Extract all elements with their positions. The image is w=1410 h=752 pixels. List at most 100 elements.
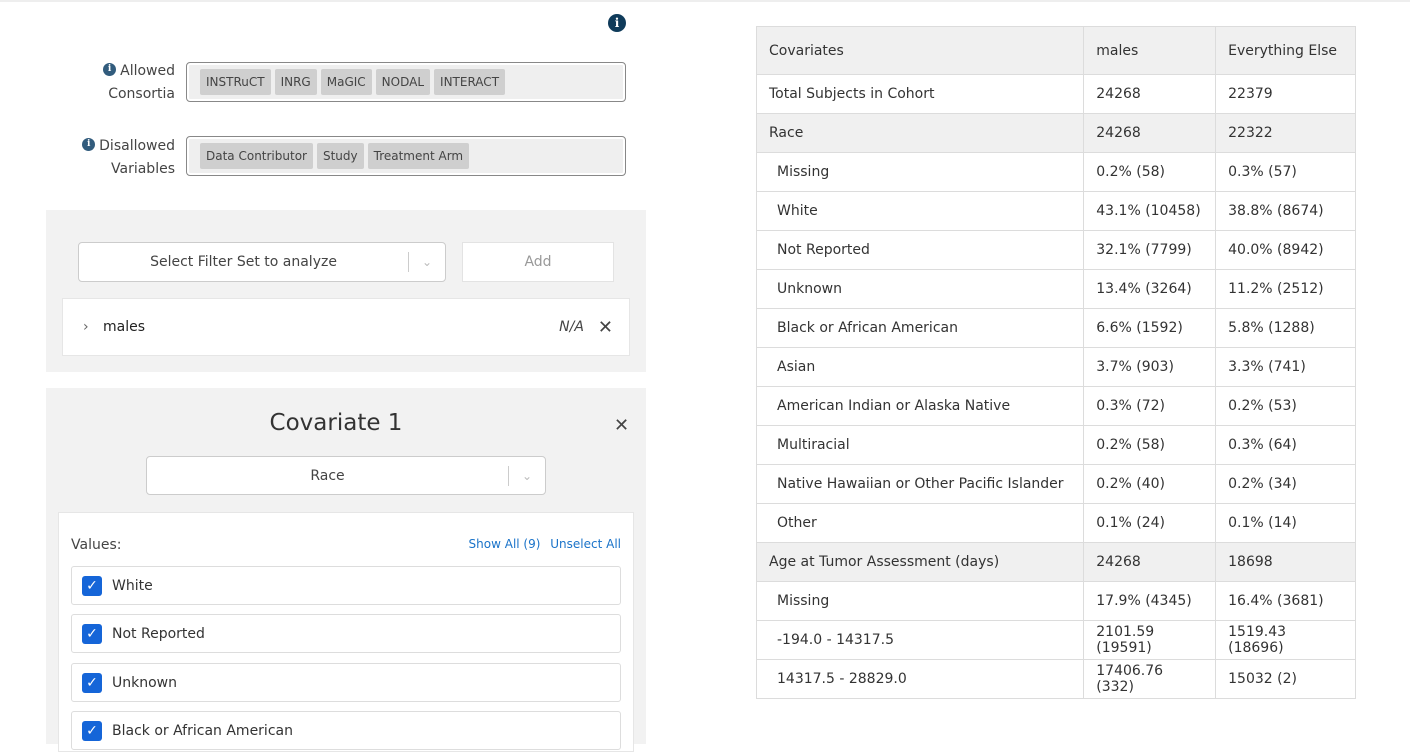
chevron-down-icon[interactable]: ⌄: [509, 469, 545, 483]
table-row: Missing 0.2% (58) 0.3% (57): [755, 152, 1356, 192]
allowed-consortia-tags[interactable]: INSTRuCT INRG MaGIC NODAL INTERACT: [186, 62, 626, 102]
value-cell: 11.2% (2512): [1215, 269, 1356, 309]
value-cell: 0.2% (40): [1083, 464, 1217, 504]
disallowed-variables-tags[interactable]: Data Contributor Study Treatment Arm: [186, 136, 626, 176]
show-all-link[interactable]: Show All (9): [469, 537, 541, 551]
covariate-cell: Multiracial: [755, 425, 1085, 465]
variable-tag: Treatment Arm: [367, 143, 470, 169]
value-cell: 5.8% (1288): [1215, 308, 1356, 348]
filter-set-select[interactable]: Select Filter Set to analyze ⌄: [78, 242, 446, 282]
value-cell: 24268: [1083, 113, 1217, 153]
value-cell: 0.2% (34): [1215, 464, 1356, 504]
covariate-cell: Unknown: [755, 269, 1085, 309]
consortium-tag: NODAL: [375, 69, 431, 95]
covariate-cell: Missing: [755, 152, 1085, 192]
table-row: Not Reported 32.1% (7799) 40.0% (8942): [755, 230, 1356, 270]
value-cell: 24268: [1083, 74, 1217, 114]
consortium-tag: MaGIC: [320, 69, 372, 95]
table-group-row: Race 24268 22322: [755, 113, 1356, 153]
checkbox-checked-icon[interactable]: ✓: [82, 720, 102, 741]
value-option[interactable]: ✓ Black or African American: [71, 711, 621, 750]
checkbox-checked-icon[interactable]: ✓: [82, 623, 102, 644]
covariate-title: Covariate 1: [269, 410, 403, 436]
top-divider: [0, 0, 1410, 2]
covariate-cell: 14317.5 - 28829.0: [755, 659, 1085, 699]
covariate-cell: Other: [755, 503, 1085, 543]
value-cell: 0.2% (53): [1215, 386, 1356, 426]
value-option[interactable]: ✓ Unknown: [71, 663, 621, 702]
value-cell: 17406.76 (332): [1083, 659, 1217, 699]
table-row: Asian 3.7% (903) 3.3% (741): [755, 347, 1356, 387]
chevron-down-icon[interactable]: ⌄: [409, 255, 445, 269]
add-button[interactable]: Add: [462, 242, 614, 282]
checkbox-checked-icon[interactable]: ✓: [82, 672, 102, 693]
value-cell: 38.8% (8674): [1215, 191, 1356, 231]
disallowed-variables-label: i Disallowed Variables: [45, 135, 175, 181]
close-icon[interactable]: ✕: [614, 415, 629, 436]
value-cell: 0.2% (58): [1083, 152, 1217, 192]
checkbox-checked-icon[interactable]: ✓: [82, 575, 102, 596]
values-links: Show All (9) Unselect All: [463, 537, 621, 551]
covariate-select[interactable]: Race ⌄: [146, 456, 546, 495]
value-cell: 43.1% (10458): [1083, 191, 1217, 231]
column-header: Covariates: [755, 26, 1085, 75]
value-cell: 22322: [1215, 113, 1356, 153]
value-cell: 17.9% (4345): [1083, 581, 1217, 621]
chevron-right-icon[interactable]: ›: [83, 319, 103, 335]
covariates-table: Covariates males Everything Else Total S…: [755, 26, 1356, 699]
covariate-cell: Black or African American: [755, 308, 1085, 348]
table-row: Missing 17.9% (4345) 16.4% (3681): [755, 581, 1356, 621]
covariate-cell: Missing: [755, 581, 1085, 621]
table-row: Multiracial 0.2% (58) 0.3% (64): [755, 425, 1356, 465]
filter-set-status: N/A: [559, 319, 584, 335]
value-option[interactable]: ✓ White: [71, 566, 621, 605]
value-cell: 0.3% (72): [1083, 386, 1217, 426]
unselect-all-link[interactable]: Unselect All: [550, 537, 621, 551]
value-cell: 22379: [1215, 74, 1356, 114]
value-cell: 32.1% (7799): [1083, 230, 1217, 270]
value-cell: 6.6% (1592): [1083, 308, 1217, 348]
value-option[interactable]: ✓ Not Reported: [71, 614, 621, 653]
table-group-row: Age at Tumor Assessment (days) 24268 18698: [755, 542, 1356, 582]
table-header-row: Covariates males Everything Else: [755, 26, 1356, 75]
table-row: 14317.5 - 28829.0 17406.76 (332) 15032 (2): [755, 659, 1356, 699]
value-cell: 0.3% (57): [1215, 152, 1356, 192]
value-cell: 16.4% (3681): [1215, 581, 1356, 621]
value-cell: 40.0% (8942): [1215, 230, 1356, 270]
value-cell: 3.3% (741): [1215, 347, 1356, 387]
value-cell: 0.2% (58): [1083, 425, 1217, 465]
value-cell: 13.4% (3264): [1083, 269, 1217, 309]
table-row: Black or African American 6.6% (1592) 5.8%…: [755, 308, 1356, 348]
table-row: Other 0.1% (24) 0.1% (14): [755, 503, 1356, 543]
info-icon[interactable]: i: [103, 62, 117, 76]
consortium-tag: INRG: [274, 69, 317, 95]
covariate-cell: Age at Tumor Assessment (days): [755, 542, 1085, 582]
variable-tag: Data Contributor: [200, 143, 313, 169]
value-cell: 15032 (2): [1215, 659, 1356, 699]
column-header: males: [1083, 26, 1217, 75]
value-cell: 0.1% (14): [1215, 503, 1356, 543]
table-row: Native Hawaiian or Other Pacific Islande…: [755, 464, 1356, 504]
close-icon[interactable]: ✕: [598, 317, 613, 338]
value-cell: 1519.43 (18696): [1215, 620, 1356, 660]
covariate-cell: Native Hawaiian or Other Pacific Islande…: [755, 464, 1085, 504]
covariate-cell: White: [755, 191, 1085, 231]
value-cell: 0.3% (64): [1215, 425, 1356, 465]
values-box: Values: Show All (9) Unselect All ✓ Whit…: [58, 512, 634, 752]
info-icon[interactable]: i: [608, 14, 626, 32]
covariate-cell: Race: [755, 113, 1085, 153]
consortium-tag: INTERACT: [434, 69, 506, 95]
covariate-cell: American Indian or Alaska Native: [755, 386, 1085, 426]
allowed-consortia-label: i Allowed Consortia: [45, 60, 175, 106]
table-row: Total Subjects in Cohort 24268 22379: [755, 74, 1356, 114]
value-cell: 2101.59 (19591): [1083, 620, 1217, 660]
variable-tag: Study: [316, 143, 364, 169]
value-cell: 0.1% (24): [1083, 503, 1217, 543]
filter-set-item[interactable]: › males N/A ✕: [62, 298, 630, 356]
column-header: Everything Else: [1215, 26, 1356, 75]
value-cell: 24268: [1083, 542, 1217, 582]
info-icon[interactable]: i: [82, 137, 96, 151]
value-cell: 18698: [1215, 542, 1356, 582]
table-row: -194.0 - 14317.5 2101.59 (19591) 1519.43 (…: [755, 620, 1356, 660]
covariate-cell: -194.0 - 14317.5: [755, 620, 1085, 660]
